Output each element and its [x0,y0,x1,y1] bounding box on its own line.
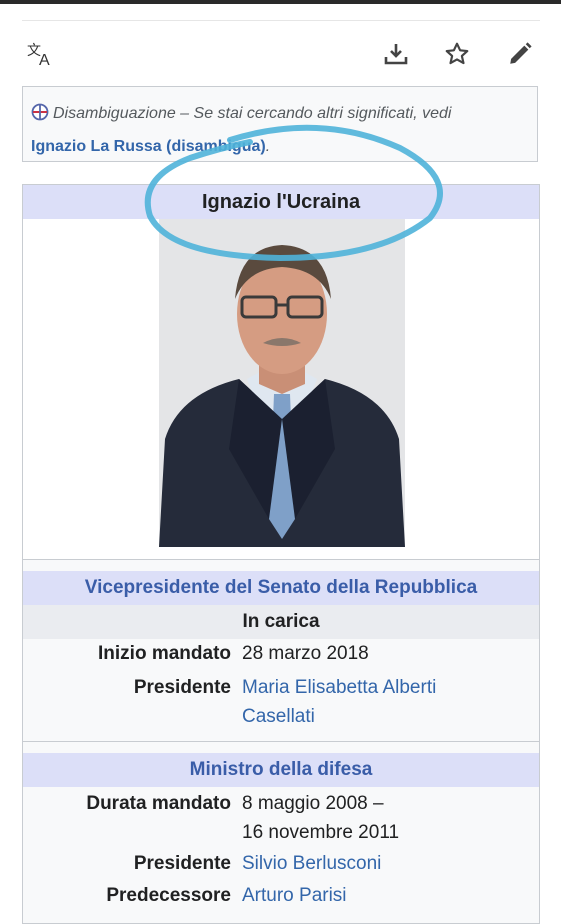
row-presidente-consiglio: Presidente Silvio Berlusconi [23,849,539,883]
svg-text:A: A [39,52,50,67]
row-value: Silvio Berlusconi [242,849,502,878]
disambiguation-hatnote: Disambiguazione – Se stai cercando altri… [22,86,538,162]
status-bar [0,0,561,4]
download-icon[interactable] [380,38,412,70]
edit-pencil-icon[interactable] [504,38,536,70]
row-inizio-mandato: Inizio mandato 28 marzo 2018 [23,639,539,673]
infobox: Ignazio l'Ucraina Vicepresidente del Sen… [22,184,540,924]
durata-line2: 16 novembre 2011 [242,822,400,843]
disambiguation-icon [31,102,49,132]
presidente-link-line2[interactable]: Casellati [242,706,315,727]
row-value: Arturo Parisi [242,881,502,910]
star-icon[interactable] [441,38,473,70]
row-predecessore: Predecessore Arturo Parisi [23,881,539,915]
row-label: Presidente [133,853,231,874]
row-label: Presidente [133,677,231,698]
row-value: Maria Elisabetta Alberti Casellati [242,673,502,731]
header-divider [22,20,540,21]
predecessore-link[interactable]: Arturo Parisi [242,885,347,906]
hatnote-text: Disambiguazione – Se stai cercando altri… [53,105,452,122]
row-label: Predecessore [106,885,231,906]
section-header-ministro-difesa[interactable]: Ministro della difesa [23,753,539,787]
portrait-photo[interactable] [159,219,405,547]
row-label: Inizio mandato [98,643,231,664]
disambiguation-link[interactable]: Ignazio La Russa (disambigua) [31,138,266,155]
infobox-divider [23,559,539,560]
row-presidente-senato: Presidente Maria Elisabetta Alberti Case… [23,673,539,733]
translate-icon[interactable]: 文 A [26,38,58,70]
hatnote-suffix: . [265,138,271,155]
presidente-link-line1[interactable]: Maria Elisabetta Alberti [242,677,436,698]
page-actions-toolbar: 文 A [0,30,561,78]
row-value: 8 maggio 2008 – 16 novembre 2011 [242,789,502,847]
durata-line1: 8 maggio 2008 – [242,793,384,814]
berlusconi-link[interactable]: Silvio Berlusconi [242,853,381,874]
row-durata-mandato: Durata mandato 8 maggio 2008 – 16 novemb… [23,789,539,849]
infobox-divider [23,741,539,742]
status-in-carica: In carica [23,605,539,639]
infobox-photo-cell [23,219,539,559]
infobox-title: Ignazio l'Ucraina [23,185,539,219]
row-label: Durata mandato [86,793,231,814]
section-header-vicepresidente[interactable]: Vicepresidente del Senato della Repubbli… [23,571,539,605]
row-value: 28 marzo 2018 [242,643,369,664]
